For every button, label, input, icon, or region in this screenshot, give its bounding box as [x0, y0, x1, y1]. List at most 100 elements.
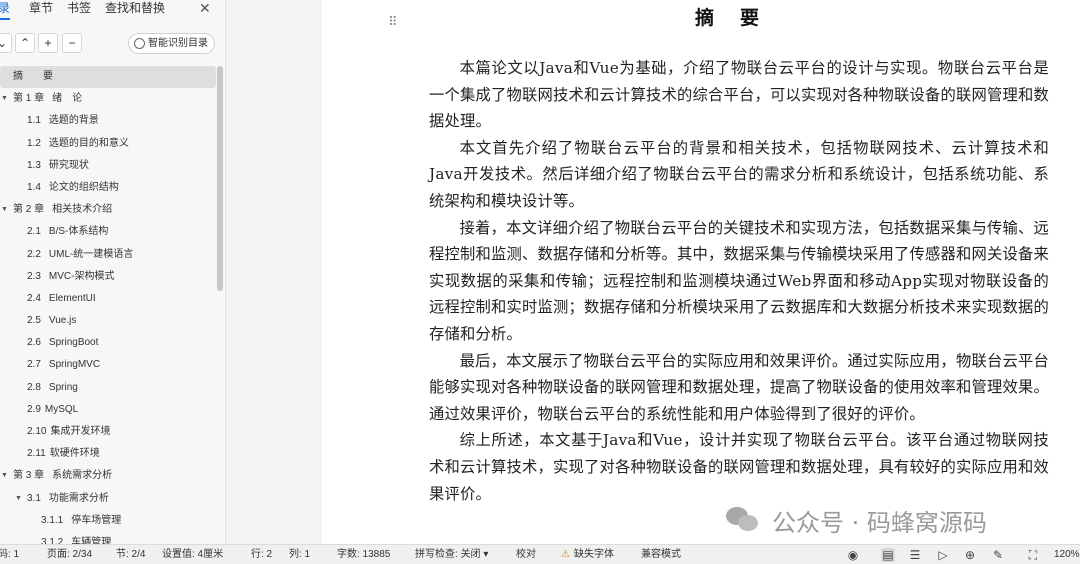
toc-item-label: 功能需求分析	[48, 492, 109, 504]
remove-heading-button[interactable]: −	[62, 33, 82, 53]
toc-item-label: 相关技术介绍	[52, 204, 113, 216]
toc-item-number: 第 3 章	[13, 470, 45, 482]
expand-arrow-icon[interactable]: ▼	[1, 465, 8, 487]
toc-item-label: ElementUI	[48, 292, 96, 304]
toc-item[interactable]: 1.2 选题的目的和意义	[0, 133, 216, 155]
smart-toc-icon	[134, 38, 145, 49]
warning-icon: ⚠	[561, 549, 570, 560]
document-body[interactable]: 本篇论文以Java和Vue为基础，介绍了物联台云平台的设计与实现。物联台云平台是…	[429, 55, 1049, 507]
toc-item-number: 3.1.2	[41, 536, 64, 544]
toc-item-number: 2.3	[27, 270, 41, 282]
toc-item[interactable]: 2.8 Spring	[0, 377, 216, 399]
toc-item-number: 第 1 章	[13, 93, 45, 105]
toc-item[interactable]: 2.6 SpringBoot	[0, 332, 216, 354]
fit-page-icon[interactable]: ⛶	[1026, 548, 1040, 562]
toc-item-label: Vue.js	[48, 315, 77, 327]
status-bar: 页码: 1 页面: 2/34 节: 2/4 设置值: 4厘米 行: 2 列: 1…	[0, 544, 1080, 564]
play-icon[interactable]: ▷	[936, 548, 950, 562]
toc-item[interactable]: 2.10 集成开发环境	[0, 421, 216, 443]
toc-item-label: 选题的目的和意义	[48, 137, 129, 149]
missing-font-button[interactable]: ⚠ 缺失字体	[561, 545, 614, 564]
status-row[interactable]: 行: 2	[251, 545, 272, 564]
toc-item[interactable]: ▼ 第 2 章相关技术介绍	[0, 199, 216, 221]
toc-item[interactable]: 1.4 论文的组织结构	[0, 177, 216, 199]
spellcheck-label: 拼写检查: 关闭	[415, 549, 481, 560]
toc-item[interactable]: 1.1 选题的背景	[0, 110, 216, 132]
toc-item-number: 2.9	[27, 403, 41, 415]
toc-item[interactable]: 2.3 MVC-架构模式	[0, 266, 216, 288]
watermark: 公众号 · 码蜂窝源码	[726, 503, 987, 537]
status-setting[interactable]: 设置值: 4厘米	[162, 545, 223, 564]
wechat-icon	[726, 505, 760, 535]
toc-item[interactable]: 2.1 B/S-体系结构	[0, 221, 216, 243]
collapse-button[interactable]: ⌄	[0, 33, 12, 53]
expand-button[interactable]: ⌃	[15, 33, 35, 53]
spellcheck-toggle[interactable]: 拼写检查: 关闭 ▾	[415, 545, 488, 564]
toc-item-number: 2.7	[27, 359, 41, 371]
toc-item-label: Spring	[48, 381, 78, 393]
toc-item-label: 车辆管理	[71, 536, 112, 544]
status-section[interactable]: 节: 2/4	[116, 545, 145, 564]
toc-item-label: 软硬件环境	[49, 448, 100, 460]
toc-item-number: 第 2 章	[13, 204, 45, 216]
toc-item-number: 2.4	[27, 292, 41, 304]
toc-item-number: 1.4	[27, 181, 41, 193]
toc-item-number: 1.1	[27, 115, 41, 127]
toc-item-number: 3.1.1	[41, 514, 64, 526]
toc-item[interactable]: ▼ 第 1 章绪 论	[0, 88, 216, 110]
toc-item-label: 系统需求分析	[52, 470, 113, 482]
web-view-icon[interactable]: ⊕	[963, 548, 977, 562]
toc-item[interactable]: 2.11 软硬件环境	[0, 443, 216, 465]
toc-item-number: 2.2	[27, 248, 41, 260]
eye-icon[interactable]: ◉	[846, 548, 860, 562]
watermark-text: 公众号 · 码蜂窝源码	[772, 508, 987, 537]
toc-item[interactable]: 3.1.1 停车场管理	[0, 510, 216, 532]
toc-item[interactable]: ▼ 3.1 功能需求分析	[0, 488, 216, 510]
body-paragraph: 本篇论文以Java和Vue为基础，介绍了物联台云平台的设计与实现。物联台云平台是…	[429, 59, 1049, 131]
toc-item[interactable]: 2.9 MySQL	[0, 399, 216, 421]
toc-item-label: 选题的背景	[48, 115, 99, 127]
toc-item-number: 3.1	[27, 492, 41, 504]
expand-arrow-icon[interactable]: ▼	[15, 488, 22, 510]
status-page-code[interactable]: 页码: 1	[0, 545, 19, 564]
toc-item-number: 2.6	[27, 337, 41, 349]
smart-toc-label: 智能识别目录	[148, 38, 208, 49]
toc-item-label: MySQL	[44, 403, 79, 415]
proofread-button[interactable]: 校对	[516, 545, 536, 564]
toc-item[interactable]: 2.5 Vue.js	[0, 310, 216, 332]
status-col[interactable]: 列: 1	[289, 545, 310, 564]
status-page[interactable]: 页面: 2/34	[47, 545, 92, 564]
toc-item[interactable]: 1.3 研究现状	[0, 155, 216, 177]
body-paragraph: 综上所述，本文基于Java和Vue，设计并实现了物联台云平台。该平台通过物联网技…	[429, 431, 1049, 503]
toc-item-label: 停车场管理	[71, 514, 122, 526]
page-view-icon[interactable]: ▤	[881, 548, 895, 562]
toc-item[interactable]: 2.7 SpringMVC	[0, 354, 216, 376]
toc-item-label: 论文的组织结构	[48, 181, 119, 193]
toc-item-number: 1.2	[27, 137, 41, 149]
toc-item[interactable]: 2.2 UML-统一建模语言	[0, 244, 216, 266]
add-heading-button[interactable]: +	[38, 33, 58, 53]
smart-toc-button[interactable]: 智能识别目录	[128, 33, 215, 54]
expand-arrow-icon[interactable]: ▼	[1, 199, 8, 221]
page-margin-area	[226, 0, 322, 544]
outline-view-icon[interactable]: ☰	[908, 548, 922, 562]
navigation-pane: 目录 章节 书签 查找和替换 ✕ ⌄ ⌃ + − 智能识别目录 摘 要▼第 1 …	[0, 0, 226, 544]
toc-item[interactable]: 摘 要	[0, 66, 216, 89]
pen-icon[interactable]: ✎	[991, 548, 1005, 562]
body-paragraph: 最后，本文展示了物联台云平台的实际应用和效果评价。通过实际应用，物联台云平台能够…	[429, 351, 1049, 423]
expand-arrow-icon[interactable]: ▼	[1, 88, 8, 110]
toc-item-label: 摘 要	[13, 71, 53, 82]
toc-item-label: 集成开发环境	[50, 426, 111, 437]
zoom-level[interactable]: 120%	[1054, 545, 1080, 564]
toc-item-number: 2.5	[27, 315, 41, 327]
toc-item[interactable]: 3.1.2 车辆管理	[0, 532, 216, 544]
status-word-count[interactable]: 字数: 13885	[337, 545, 390, 564]
toc-item-label: 绪 论	[52, 93, 83, 105]
toc-item[interactable]: 2.4 ElementUI	[0, 288, 216, 310]
compat-mode-label[interactable]: 兼容模式	[641, 545, 681, 564]
nav-scrollbar[interactable]	[217, 66, 223, 291]
body-paragraph: 本文首先介绍了物联台云平台的背景和相关技术，包括物联网技术、云计算技术和Java…	[429, 138, 1049, 210]
toc-item[interactable]: ▼ 第 3 章系统需求分析	[0, 465, 216, 487]
toc-item-label: B/S-体系结构	[48, 226, 109, 238]
toc-item-number: 2.11	[27, 448, 46, 460]
